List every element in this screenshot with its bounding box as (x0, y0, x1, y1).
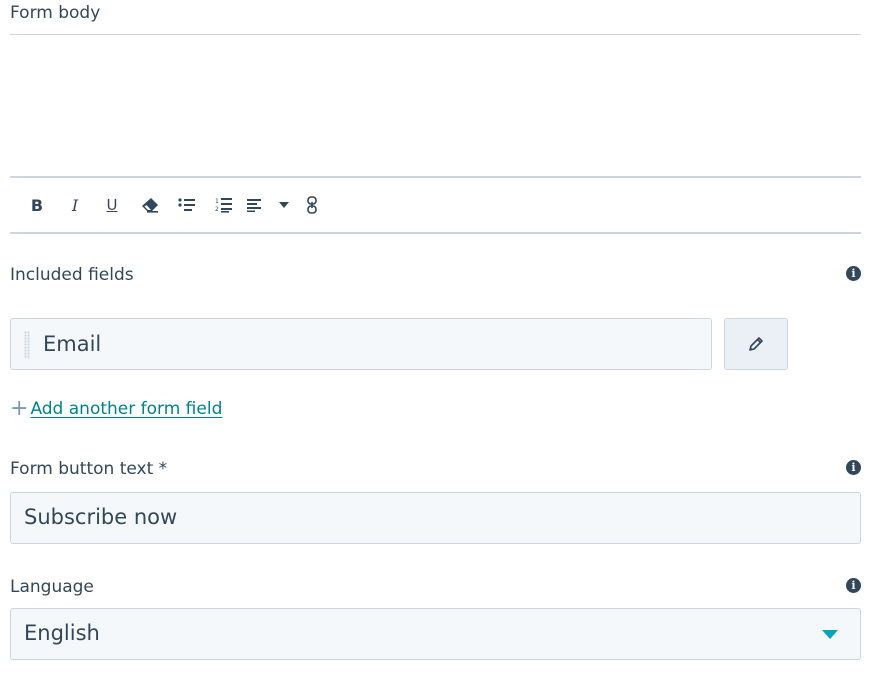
language-value: English (24, 621, 100, 645)
svg-text:1: 1 (215, 198, 219, 205)
rich-text-toolbar: B I U 12 (10, 178, 861, 232)
numbered-list-icon[interactable]: 12 (214, 194, 234, 216)
underline-icon[interactable]: U (103, 194, 121, 216)
align-icon[interactable] (246, 194, 264, 216)
info-icon[interactable]: i (846, 578, 861, 593)
language-label: Language (10, 577, 94, 597)
drag-handle-icon[interactable] (24, 331, 30, 359)
plus-icon: + (10, 396, 29, 421)
included-field-label: Email (43, 332, 102, 356)
included-field-item[interactable]: Email (10, 318, 712, 370)
bulleted-list-icon[interactable] (177, 194, 197, 216)
pencil-icon (749, 337, 763, 351)
svg-text:2: 2 (215, 206, 219, 213)
form-body-label: Form body (10, 3, 101, 23)
form-button-text-label: Form button text * (10, 459, 168, 479)
edit-field-button[interactable] (724, 318, 788, 370)
italic-icon[interactable]: I (66, 194, 84, 216)
language-select[interactable]: English (10, 608, 861, 660)
form-button-text-value: Subscribe now (24, 505, 178, 529)
clear-format-icon[interactable] (140, 194, 160, 216)
divider (10, 232, 861, 234)
info-icon[interactable]: i (846, 266, 861, 281)
form-button-text-input[interactable]: Subscribe now (10, 492, 861, 544)
add-form-field-link[interactable]: + Add another form field (10, 398, 222, 420)
link-icon[interactable] (305, 194, 319, 216)
add-form-field-label: Add another form field (30, 399, 223, 419)
dropdown-caret-icon[interactable] (278, 194, 290, 216)
included-fields-label: Included fields (10, 265, 134, 285)
info-icon[interactable]: i (846, 460, 861, 475)
form-body-editor[interactable] (10, 35, 861, 176)
bold-icon[interactable]: B (28, 194, 46, 216)
chevron-down-icon (822, 630, 838, 639)
